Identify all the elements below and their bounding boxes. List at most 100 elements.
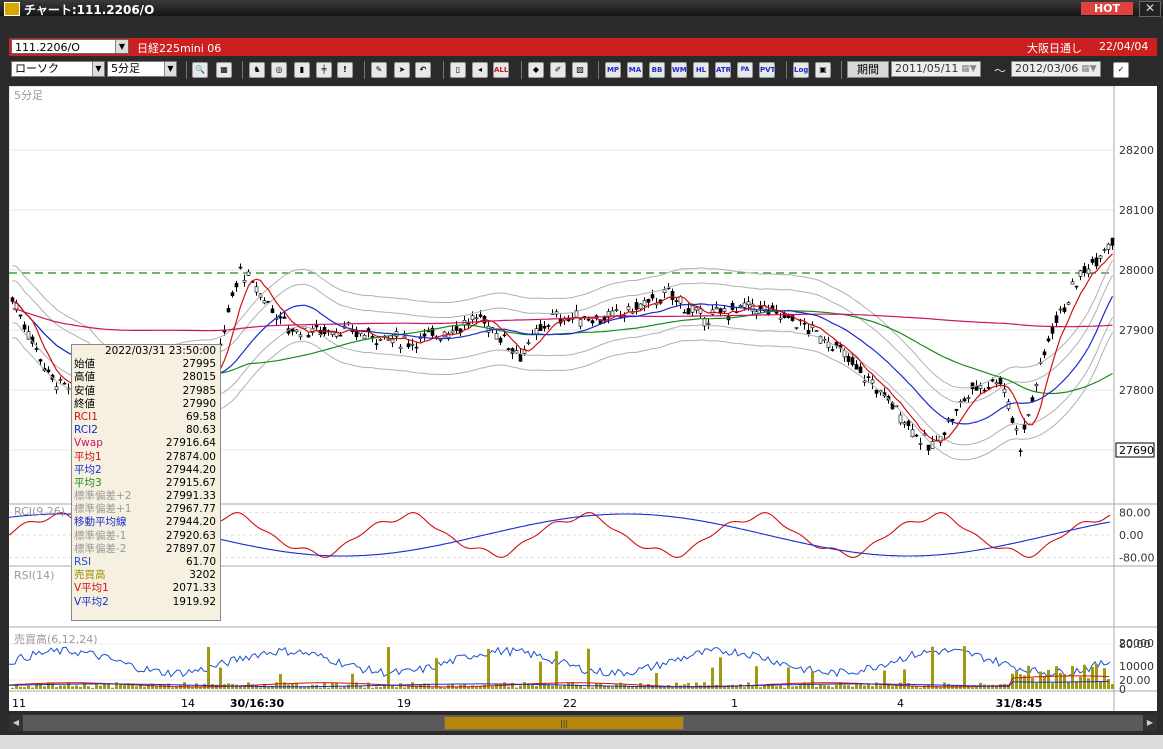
date-to-field[interactable]: 2012/03/06 ▦▼ bbox=[1011, 61, 1101, 77]
candle-body bbox=[814, 330, 819, 332]
volume-bar bbox=[871, 686, 874, 689]
candle-body bbox=[1062, 307, 1067, 312]
color-icon[interactable]: ▨ bbox=[572, 62, 588, 78]
chart-type-select[interactable]: ローソク ▼ bbox=[11, 61, 105, 77]
volume-bar bbox=[879, 685, 882, 689]
rci-panel-title: RCI(9,26) bbox=[14, 505, 65, 518]
scrollbar-thumb[interactable]: ||| bbox=[444, 716, 684, 730]
chevron-down-icon[interactable]: ▼ bbox=[115, 40, 128, 53]
data-row-label: V平均2 bbox=[74, 595, 109, 608]
calendar-dropdown-icon[interactable]: ▦▼ bbox=[958, 62, 980, 76]
data-row: 標準偏差+1 27967.77 bbox=[72, 503, 220, 516]
para-icon[interactable]: PA RA bbox=[737, 62, 753, 78]
volume-bar bbox=[63, 685, 66, 689]
data-row-value: 27985 bbox=[182, 384, 216, 397]
brush-icon[interactable]: ✐ bbox=[550, 62, 566, 78]
window-icon[interactable]: ▣ bbox=[815, 62, 831, 78]
candle-body bbox=[1034, 384, 1039, 387]
atr-icon[interactable]: ATR bbox=[715, 62, 731, 78]
candle-body bbox=[638, 303, 643, 310]
volume-bar bbox=[75, 685, 78, 689]
candle-body bbox=[454, 326, 459, 331]
volume-bar bbox=[143, 686, 146, 689]
data-row: 安値 27985 bbox=[72, 385, 220, 398]
grid-icon[interactable]: ▦ bbox=[216, 62, 232, 78]
candle-body bbox=[750, 303, 755, 312]
checkbox-icon[interactable]: ✓ bbox=[1113, 62, 1129, 78]
volume-bar bbox=[971, 687, 974, 689]
hl-icon[interactable]: HL bbox=[693, 62, 709, 78]
symbol-code-select[interactable]: 111.2206/O ▼ bbox=[11, 39, 129, 54]
candle-body bbox=[298, 334, 303, 338]
candle-body bbox=[422, 333, 427, 337]
candle-body bbox=[330, 331, 335, 335]
pattern-icon[interactable]: ◆ bbox=[528, 62, 544, 78]
candle-body bbox=[438, 339, 443, 341]
horizontal-scrollbar[interactable]: ◀ ||| ▶ bbox=[9, 715, 1157, 731]
ma-icon[interactable]: MA bbox=[627, 62, 643, 78]
candle-body bbox=[10, 297, 15, 302]
all-icon[interactable]: ALL bbox=[493, 62, 509, 78]
chevron-down-icon[interactable]: ▼ bbox=[92, 62, 104, 76]
volume-bar bbox=[1031, 677, 1034, 689]
pencil-icon[interactable]: ✎ bbox=[371, 62, 387, 78]
wma-icon[interactable]: WMA bbox=[671, 62, 687, 78]
candle-body bbox=[794, 326, 799, 329]
close-icon[interactable]: ✕ bbox=[1139, 1, 1161, 17]
chevron-down-icon[interactable]: ▼ bbox=[164, 62, 176, 76]
cursor-icon[interactable]: ➤ bbox=[394, 62, 410, 78]
horse-icon[interactable]: ♞ bbox=[249, 62, 265, 78]
pvt-icon[interactable]: PVT bbox=[759, 62, 775, 78]
data-row: 標準偏差-2 27897.07 bbox=[72, 543, 220, 556]
magnifier-icon[interactable]: ◎ bbox=[271, 62, 287, 78]
bb-icon[interactable]: BB bbox=[649, 62, 665, 78]
candle-body bbox=[1082, 266, 1087, 274]
volume-bar bbox=[491, 686, 494, 689]
candle-body bbox=[34, 348, 39, 350]
data-row-label: 標準偏差+2 bbox=[74, 490, 132, 503]
split-icon[interactable]: ╪ bbox=[316, 62, 332, 78]
mp-icon[interactable]: MP bbox=[605, 62, 621, 78]
volume-bar bbox=[795, 686, 798, 689]
symbol-name: 日経225mini 06 bbox=[137, 42, 222, 55]
calendar-dropdown-icon[interactable]: ▦▼ bbox=[1078, 62, 1100, 76]
candle-body bbox=[1026, 414, 1031, 416]
candle-box-icon[interactable]: ▯ bbox=[450, 62, 466, 78]
exclaim-icon[interactable]: ! bbox=[337, 62, 353, 78]
scroll-left-icon[interactable]: ◀ bbox=[9, 715, 23, 731]
candle-body bbox=[590, 320, 595, 324]
candle-body bbox=[614, 309, 619, 311]
candle-body bbox=[746, 301, 751, 306]
data-row-value: 27944.20 bbox=[165, 463, 216, 476]
candle-body bbox=[830, 349, 835, 351]
candle-body bbox=[966, 397, 971, 399]
period-button[interactable]: 期間 bbox=[847, 61, 889, 78]
data-row-label: 平均1 bbox=[74, 450, 102, 463]
zoom-icon[interactable]: 🔍 bbox=[192, 62, 208, 78]
arrow-icon[interactable]: ↶ bbox=[415, 62, 431, 78]
volume-bar bbox=[743, 687, 746, 689]
scroll-right-icon[interactable]: ▶ bbox=[1143, 715, 1157, 731]
log-icon[interactable]: Log bbox=[793, 62, 809, 78]
data-row-value: 27915.67 bbox=[165, 476, 216, 489]
volume-bar bbox=[379, 687, 382, 689]
candle-body bbox=[690, 305, 695, 313]
volume-bar bbox=[939, 687, 942, 689]
data-row-label: 安値 bbox=[74, 384, 95, 397]
chart-area[interactable]: 282002810028000279002780027700276905分足80… bbox=[9, 86, 1157, 711]
volume-bar bbox=[347, 684, 350, 689]
candle-tri-icon[interactable]: ◂ bbox=[472, 62, 488, 78]
candle-body bbox=[914, 434, 919, 437]
candle-body bbox=[870, 379, 875, 384]
candle-body bbox=[1074, 285, 1079, 288]
data-row: RSI 61.70 bbox=[72, 556, 220, 569]
volume-bar bbox=[259, 687, 262, 689]
interval-select[interactable]: 5分足 ▼ bbox=[107, 61, 177, 77]
candle-body bbox=[494, 333, 499, 340]
candle-body bbox=[962, 398, 967, 402]
volume-bar bbox=[43, 686, 46, 689]
date-from-field[interactable]: 2011/05/11 ▦▼ bbox=[891, 61, 981, 77]
candle-red-icon[interactable]: ▮ bbox=[294, 62, 310, 78]
data-row: Vwap 27916.64 bbox=[72, 437, 220, 450]
hot-button[interactable]: HOT bbox=[1081, 2, 1133, 15]
